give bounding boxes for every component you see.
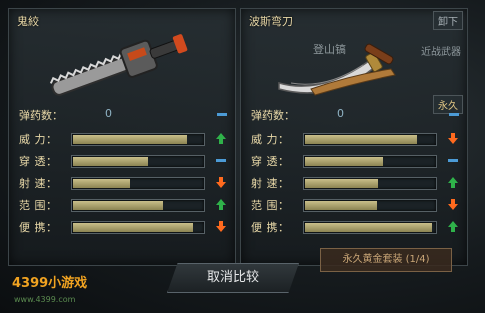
- stat-row: 射 速：: [241, 175, 467, 191]
- stat-label: 范 围：: [251, 199, 290, 212]
- neutral-dash-icon: [216, 159, 226, 162]
- stat-bar: [71, 155, 205, 168]
- stat-bar: [71, 177, 205, 190]
- stat-bar: [303, 199, 437, 212]
- stat-label: 穿 透：: [19, 155, 58, 168]
- arrow-down-icon: [216, 177, 226, 188]
- stat-bar: [303, 133, 437, 146]
- neutral-dash-icon: [448, 159, 458, 162]
- gold-set-banner[interactable]: 永久黄金套装 (1/4): [320, 248, 452, 272]
- stat-bar: [303, 155, 437, 168]
- stat-bar-fill: [73, 223, 193, 232]
- arrow-down-icon: [448, 199, 458, 210]
- ammo-value: 0: [105, 107, 112, 120]
- stat-label: 威 力：: [19, 133, 58, 146]
- arrow-down-icon: [216, 221, 226, 232]
- stat-row: 范 围：: [241, 197, 467, 213]
- stat-row: 穿 透：: [9, 153, 235, 169]
- arrow-up-icon: [448, 177, 458, 188]
- stat-row: 威 力：: [241, 131, 467, 147]
- stat-label: 穿 透：: [251, 155, 290, 168]
- stat-bar-fill: [73, 135, 187, 144]
- unload-button[interactable]: 卸下: [433, 11, 463, 30]
- stat-row: 穿 透：: [241, 153, 467, 169]
- stat-row: 射 速：: [9, 175, 235, 191]
- stat-row: 便 携：: [9, 219, 235, 235]
- stat-label: 威 力：: [251, 133, 290, 146]
- stat-bar: [71, 133, 205, 146]
- ammo-label: 弹药数：: [251, 109, 295, 122]
- chainsaw-weapon-image: [49, 34, 188, 96]
- stat-bar-fill: [305, 201, 377, 210]
- ammo-label: 弹药数：: [19, 109, 63, 122]
- weapon-name: 波斯弯刀: [249, 15, 293, 28]
- neutral-dash-icon: [449, 113, 459, 116]
- stat-row: 范 围：: [9, 197, 235, 213]
- stat-label: 射 速：: [19, 177, 58, 190]
- stat-bar-fill: [73, 157, 148, 166]
- stat-bar-fill: [73, 179, 130, 188]
- right-weapon-panel: 波斯弯刀 卸下 登山镐 近战武器 永久 弹药数： 0 威 力：穿 透：射 速：范…: [240, 8, 468, 266]
- site-url: www.4399.com: [14, 295, 76, 304]
- stat-bar-fill: [305, 179, 378, 188]
- stat-row: 便 携：: [241, 219, 467, 235]
- arrow-down-icon: [448, 133, 458, 144]
- stat-bar: [303, 221, 437, 234]
- stat-row: 威 力：: [9, 131, 235, 147]
- neutral-dash-icon: [217, 113, 227, 116]
- scimitar-weapon-image: [278, 43, 396, 96]
- left-weapon-panel: 鬼絞 弹药数： 0 威 力： 穿 透： 射 速： 范 围： 便 携：: [8, 8, 236, 266]
- arrow-up-icon: [216, 133, 226, 144]
- compare-dialog: { "left": { "name": "鬼絞", "ammo_label": …: [0, 0, 485, 313]
- stat-label: 便 携：: [19, 221, 58, 234]
- stat-bar-fill: [73, 201, 163, 210]
- weapon-name: 鬼絞: [17, 15, 39, 28]
- stat-bar: [71, 221, 205, 234]
- stat-bar-fill: [305, 135, 417, 144]
- arrow-up-icon: [448, 221, 458, 232]
- site-logo: 4399小游戏: [12, 276, 88, 291]
- stat-label: 便 携：: [251, 221, 290, 234]
- stat-label: 射 速：: [251, 177, 290, 190]
- stat-bar: [71, 199, 205, 212]
- stat-bar: [303, 177, 437, 190]
- cancel-compare-button[interactable]: 取消比较: [167, 263, 299, 293]
- ammo-value: 0: [337, 107, 344, 120]
- ammo-row: 弹药数： 0: [9, 107, 235, 123]
- arrow-up-icon: [216, 199, 226, 210]
- stat-label: 范 围：: [19, 199, 58, 212]
- stat-bar-fill: [305, 223, 432, 232]
- stat-bar-fill: [305, 157, 383, 166]
- ammo-row: 弹药数： 0: [241, 107, 467, 123]
